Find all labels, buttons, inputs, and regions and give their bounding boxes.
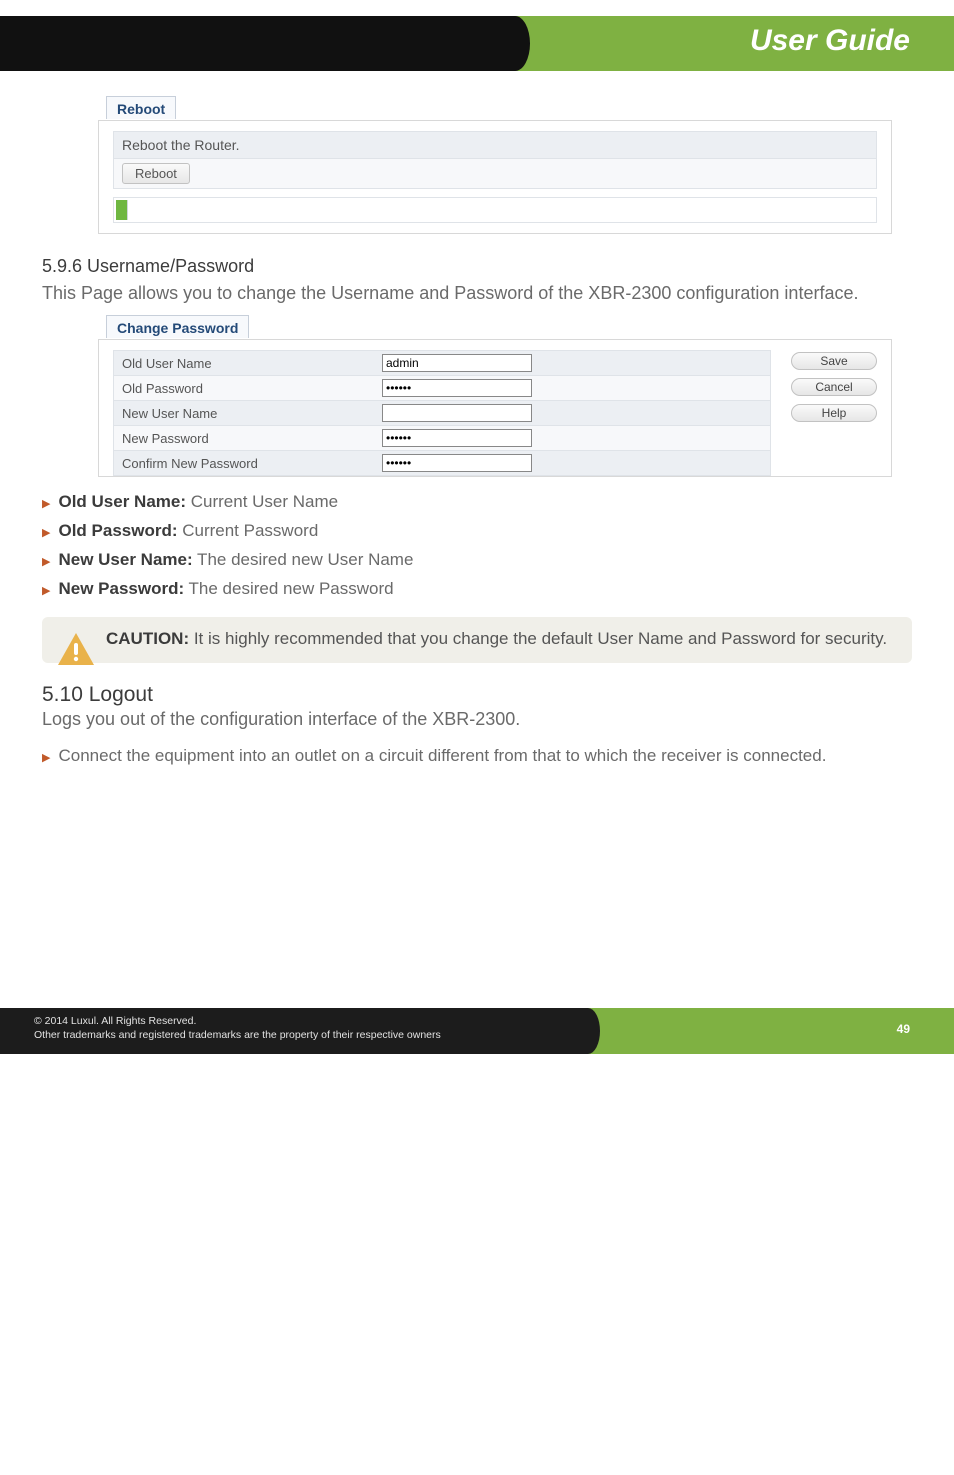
cp-label: Old Password [122, 381, 382, 396]
triangle-icon: ▶ [42, 578, 50, 599]
footer-copyright: © 2014 Luxul. All Rights Reserved. [34, 1014, 600, 1028]
page-number: 49 [897, 1022, 910, 1036]
old-username-input[interactable] [382, 354, 532, 372]
list-item: ▶ Old User Name: Current User Name [42, 491, 912, 514]
logout-bullets: ▶ Connect the equipment into an outlet o… [42, 745, 912, 768]
cp-row-new-username: New User Name [113, 401, 771, 426]
list-item: ▶ Connect the equipment into an outlet o… [42, 745, 912, 768]
save-button[interactable]: Save [791, 352, 877, 370]
cp-label: New User Name [122, 406, 382, 421]
change-password-tab: Change Password [106, 315, 249, 338]
reboot-heading: Reboot the Router. [113, 131, 877, 158]
cp-row-old-password: Old Password [113, 376, 771, 401]
reboot-tab: Reboot [106, 96, 176, 119]
triangle-icon: ▶ [42, 491, 50, 512]
bullet-rest: Current User Name [186, 492, 338, 511]
reboot-panel: Reboot Reboot the Router. Reboot [98, 98, 892, 234]
cp-label: Old User Name [122, 356, 382, 371]
footer-black-band: © 2014 Luxul. All Rights Reserved. Other… [0, 1008, 600, 1054]
bullet-rest: The desired new Password [184, 579, 393, 598]
change-password-form: Old User Name Old Password New User Name [113, 350, 771, 476]
new-username-input[interactable] [382, 404, 532, 422]
section-596-heading: 5.9.6 Username/Password [42, 256, 912, 277]
bullet-strong: New Password: [58, 579, 184, 598]
bullet-rest: Current Password [178, 521, 319, 540]
bullet-strong: Old Password: [58, 521, 177, 540]
progress-bar-fill [116, 200, 128, 220]
help-button[interactable]: Help [791, 404, 877, 422]
page-header: User Guide [0, 16, 954, 98]
triangle-icon: ▶ [42, 745, 50, 766]
bullet-rest: The desired new User Name [193, 550, 414, 569]
caution-label: CAUTION: [106, 629, 189, 648]
confirm-password-input[interactable] [382, 454, 532, 472]
section-510-heading: 5.10 Logout [42, 683, 912, 707]
reboot-progress [113, 197, 877, 223]
bullet-strong: Old User Name: [58, 492, 186, 511]
warning-icon [56, 631, 96, 667]
cp-row-old-username: Old User Name [113, 350, 771, 376]
page-footer: © 2014 Luxul. All Rights Reserved. Other… [0, 1008, 954, 1054]
list-item: ▶ New User Name: The desired new User Na… [42, 549, 912, 572]
caution-box: CAUTION: It is highly recommended that y… [42, 617, 912, 663]
section-596-desc: This Page allows you to change the Usern… [42, 281, 912, 305]
reboot-button[interactable]: Reboot [122, 163, 190, 184]
change-password-panel: Change Password Old User Name Old Passwo… [98, 317, 892, 477]
list-item: ▶ New Password: The desired new Password [42, 578, 912, 601]
cp-label: New Password [122, 431, 382, 446]
change-password-buttons: Save Cancel Help [791, 350, 877, 476]
cp-row-confirm-password: Confirm New Password [113, 451, 771, 476]
cancel-button[interactable]: Cancel [791, 378, 877, 396]
header-title: User Guide [750, 24, 910, 58]
triangle-icon: ▶ [42, 520, 50, 541]
field-bullets: ▶ Old User Name: Current User Name ▶ Old… [42, 491, 912, 601]
cp-label: Confirm New Password [122, 456, 382, 471]
old-password-input[interactable] [382, 379, 532, 397]
footer-trademark: Other trademarks and registered trademar… [34, 1028, 600, 1042]
new-password-input[interactable] [382, 429, 532, 447]
section-510-desc: Logs you out of the configuration interf… [42, 707, 912, 731]
logout-bullet-text: Connect the equipment into an outlet on … [58, 745, 826, 768]
list-item: ▶ Old Password: Current Password [42, 520, 912, 543]
bullet-strong: New User Name: [58, 550, 192, 569]
triangle-icon: ▶ [42, 549, 50, 570]
caution-text: It is highly recommended that you change… [189, 629, 887, 648]
cp-row-new-password: New Password [113, 426, 771, 451]
header-black-band [0, 16, 530, 71]
